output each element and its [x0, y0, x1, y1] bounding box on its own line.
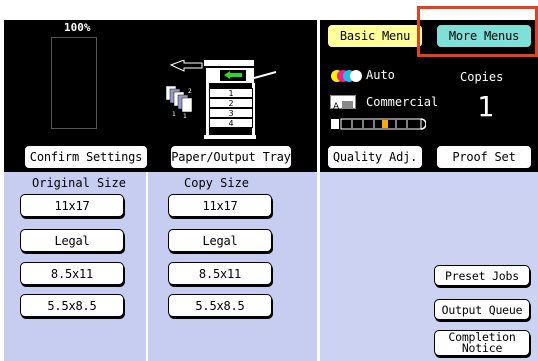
column-divider — [146, 172, 148, 361]
svg-text:A: A — [333, 102, 340, 111]
zoom-label: 100% — [64, 21, 91, 34]
quality-mode-label: Commercial — [366, 95, 439, 109]
original-size-legal-button[interactable]: Legal — [20, 229, 124, 252]
copies-label: Copies — [460, 70, 504, 84]
svg-text:1: 1 — [183, 113, 187, 120]
page-preview — [51, 37, 97, 129]
paper-output-tray-button[interactable]: Paper/Output Tray — [170, 145, 292, 169]
svg-text:1: 1 — [172, 111, 176, 118]
tray-2: 2 — [209, 98, 253, 108]
color-mode-icon — [330, 68, 364, 82]
copy-size-8-5x11-button[interactable]: 8.5x11 — [168, 262, 272, 285]
tray-4: 4 — [209, 118, 253, 128]
proof-set-button[interactable]: Proof Set — [436, 145, 532, 169]
original-size-11x17-button[interactable]: 11x17 — [20, 194, 124, 217]
original-size-heading: Original Size — [32, 176, 126, 190]
confirm-settings-button[interactable]: Confirm Settings — [24, 145, 148, 169]
density-slider[interactable] — [330, 116, 427, 130]
original-size-5-5x8-5-button[interactable]: 5.5x8.5 — [20, 294, 124, 317]
original-size-8-5x11-button[interactable]: 8.5x11 — [20, 262, 124, 285]
quality-adj-button[interactable]: Quality Adj. — [327, 145, 423, 169]
color-mode-label: Auto — [366, 68, 395, 82]
copies-value: 1 — [477, 90, 494, 123]
copy-size-5-5x8-5-button[interactable]: 5.5x8.5 — [168, 294, 272, 317]
output-queue-button[interactable]: Output Queue — [434, 299, 530, 320]
tray-3: 3 — [209, 108, 253, 118]
copy-size-heading: Copy Size — [184, 176, 250, 190]
completion-notice-button[interactable]: Completion Notice — [434, 330, 530, 356]
original-type-icon: A — [330, 95, 356, 112]
tray-1: 1 — [209, 88, 253, 98]
copy-size-11x17-button[interactable]: 11x17 — [168, 194, 272, 217]
copy-size-legal-button[interactable]: Legal — [168, 229, 272, 252]
completion-notice-line2: Notice — [461, 341, 503, 355]
svg-text:2: 2 — [188, 88, 192, 95]
basic-menu-tab[interactable]: Basic Menu — [327, 24, 423, 48]
preset-jobs-button[interactable]: Preset Jobs — [434, 265, 530, 286]
more-menus-highlight — [417, 6, 538, 57]
